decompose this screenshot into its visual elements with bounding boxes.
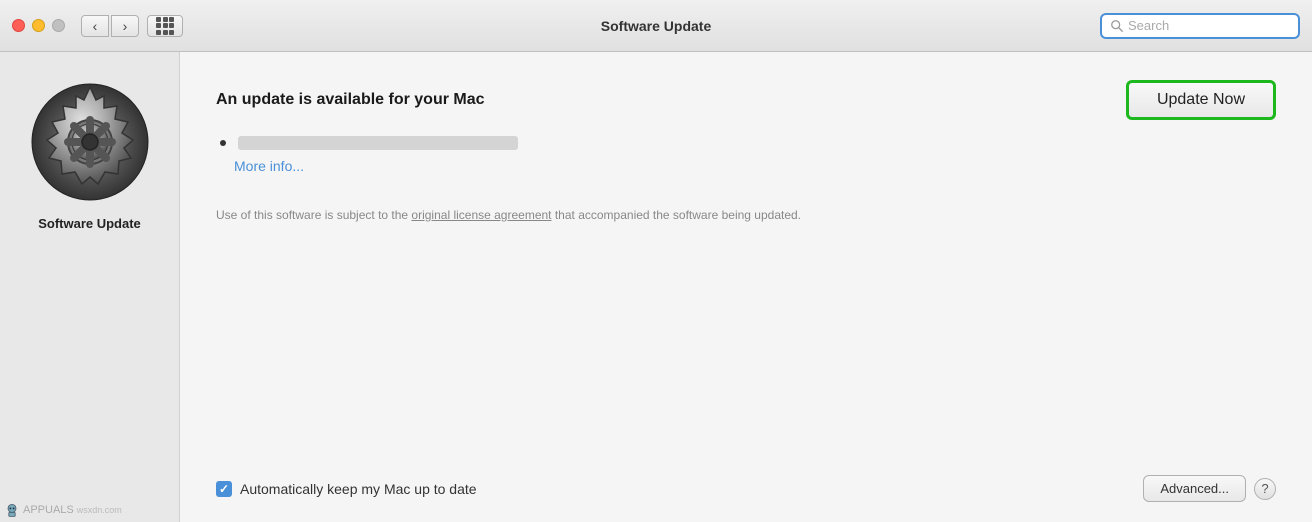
license-text-after: that accompanied the software being upda… [552, 208, 802, 222]
minimize-button[interactable] [32, 19, 45, 32]
title-bar: ‹ › Software Update [0, 0, 1312, 52]
search-input[interactable] [1128, 18, 1290, 33]
sidebar-icon [30, 82, 150, 202]
back-icon: ‹ [93, 18, 98, 34]
grid-icon [156, 17, 174, 35]
content-panel: An update is available for your Mac Upda… [180, 52, 1312, 522]
update-header: An update is available for your Mac Upda… [216, 80, 1276, 120]
forward-icon: › [123, 18, 128, 34]
update-item-placeholder [238, 136, 518, 150]
grid-view-button[interactable] [147, 15, 183, 37]
checkbox-container: ✓ Automatically keep my Mac up to date [216, 481, 1143, 497]
checkmark-icon: ✓ [219, 483, 229, 495]
update-item [216, 136, 1276, 150]
search-bar[interactable] [1100, 13, 1300, 39]
window-title: Software Update [601, 18, 711, 34]
auto-update-label: Automatically keep my Mac up to date [240, 481, 477, 497]
license-text: Use of this software is subject to the o… [216, 206, 816, 224]
back-button[interactable]: ‹ [81, 15, 109, 37]
license-link[interactable]: original license agreement [411, 208, 551, 222]
update-title: An update is available for your Mac [216, 91, 485, 109]
wsxdn-text: wsxdn.com [77, 505, 122, 515]
main-content: Software Update An update is available f… [0, 52, 1312, 522]
appuals-watermark: APPUALS wsxdn.com [4, 502, 122, 518]
help-button[interactable]: ? [1254, 478, 1276, 500]
forward-button[interactable]: › [111, 15, 139, 37]
auto-update-checkbox[interactable]: ✓ [216, 481, 232, 497]
update-now-button[interactable]: Update Now [1126, 80, 1276, 120]
more-info-link[interactable]: More info... [234, 158, 1276, 174]
bullet-icon [220, 140, 226, 146]
license-text-before: Use of this software is subject to the [216, 208, 411, 222]
advanced-button[interactable]: Advanced... [1143, 475, 1246, 502]
appuals-text: APPUALS [23, 504, 74, 516]
disabled-button [52, 19, 65, 32]
nav-buttons: ‹ › [81, 15, 139, 37]
sidebar: Software Update [0, 52, 180, 522]
close-button[interactable] [12, 19, 25, 32]
search-icon [1110, 19, 1124, 33]
traffic-lights [12, 19, 65, 32]
appuals-logo-icon [4, 502, 20, 518]
sidebar-label: Software Update [38, 216, 141, 231]
bottom-bar: ✓ Automatically keep my Mac up to date A… [216, 475, 1276, 502]
